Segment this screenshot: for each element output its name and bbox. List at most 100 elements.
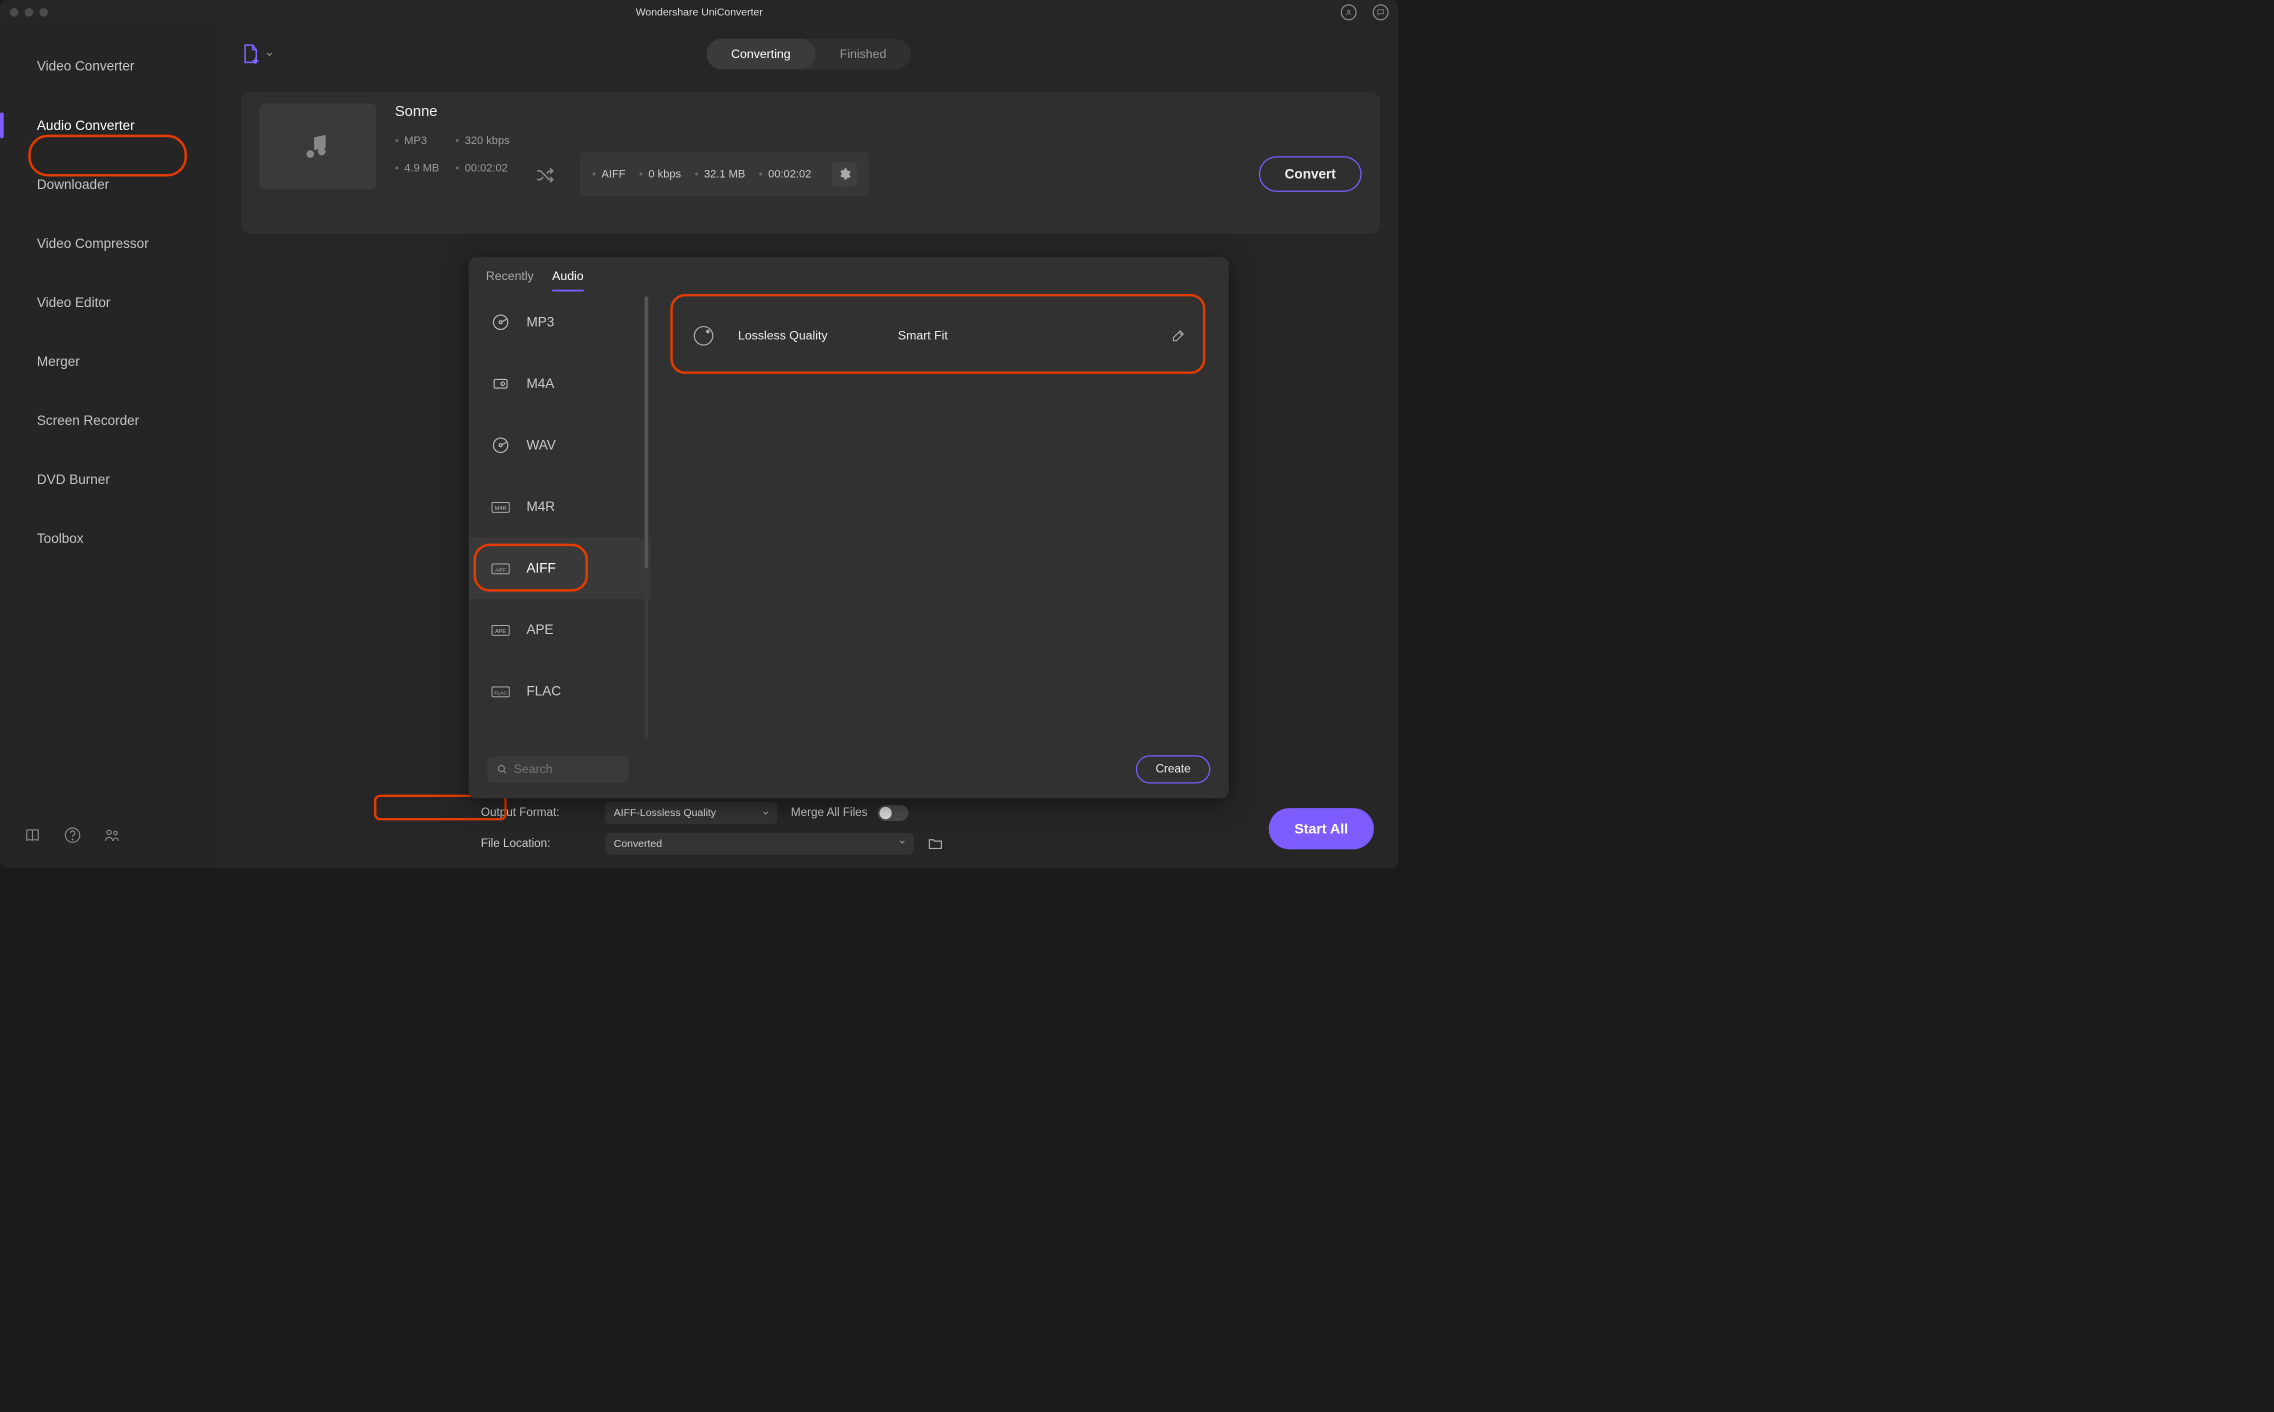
gear-icon[interactable] — [832, 162, 857, 187]
users-icon[interactable] — [103, 827, 120, 844]
sidebar-item-label: Toolbox — [37, 531, 84, 547]
format-label: M4A — [526, 376, 554, 392]
sidebar-item-label: Merger — [37, 354, 80, 370]
sidebar-item-video-converter[interactable]: Video Converter — [0, 37, 222, 96]
music-note-icon — [303, 131, 334, 162]
format-item-mp3[interactable]: MP3 — [469, 292, 651, 354]
chat-icon[interactable] — [1373, 4, 1389, 20]
cd-icon — [491, 435, 511, 455]
account-icon[interactable] — [1341, 4, 1357, 20]
sidebar-item-downloader[interactable]: Downloader — [0, 155, 222, 214]
output-format-label: Output Format: — [481, 806, 592, 820]
sidebar-item-label: Video Converter — [37, 58, 135, 74]
sidebar-item-label: Downloader — [37, 177, 109, 193]
window-controls — [10, 8, 48, 17]
src-size: 4.9 MB — [395, 162, 439, 175]
out-duration: 00:02:02 — [759, 168, 812, 181]
src-bitrate: 320 kbps — [455, 134, 509, 147]
sidebar-item-video-compressor[interactable]: Video Compressor — [0, 214, 222, 273]
open-folder-button[interactable] — [927, 836, 943, 852]
src-duration: 00:02:02 — [455, 162, 509, 175]
output-format-value: AIFF-Lossless Quality — [614, 807, 716, 819]
format-item-flac[interactable]: FLAC FLAC — [469, 661, 651, 723]
sidebar-item-label: DVD Burner — [37, 472, 110, 488]
format-item-ape[interactable]: APE APE — [469, 599, 651, 661]
content: Converting Finished Sonne MP3 320 kb — [223, 25, 1399, 869]
out-size: 32.1 MB — [695, 168, 746, 181]
sidebar-item-dvd-burner[interactable]: DVD Burner — [0, 450, 222, 509]
scrollbar-thumb[interactable] — [645, 296, 649, 568]
rect-icon — [491, 374, 511, 394]
create-button[interactable]: Create — [1136, 755, 1210, 783]
maximize-window-button[interactable] — [39, 8, 48, 17]
status-segmented-control: Converting Finished — [707, 39, 911, 70]
svg-text:M4R: M4R — [495, 506, 507, 512]
m4r-icon: M4R — [491, 497, 511, 517]
popover-tab-recently[interactable]: Recently — [486, 269, 534, 291]
sidebar-item-label: Audio Converter — [37, 117, 135, 133]
format-item-m4a[interactable]: M4A — [469, 353, 651, 415]
src-format: MP3 — [395, 134, 439, 147]
output-format-select[interactable]: AIFF-Lossless Quality — [605, 802, 777, 824]
minimize-window-button[interactable] — [25, 8, 34, 17]
format-item-m4r[interactable]: M4R M4R — [469, 476, 651, 538]
svg-text:APE: APE — [495, 629, 506, 635]
file-location-label: File Location: — [481, 837, 592, 851]
start-all-button[interactable]: Start All — [1269, 808, 1374, 849]
help-icon[interactable] — [64, 827, 81, 844]
format-label: APE — [526, 622, 553, 638]
search-input[interactable] — [514, 762, 619, 776]
close-window-button[interactable] — [10, 8, 19, 17]
out-format: AIFF — [592, 168, 625, 181]
file-location-select[interactable]: Converted — [605, 833, 914, 855]
file-card: Sonne MP3 320 kbps 4.9 MB 00:02:02 AIFF — [241, 92, 1380, 233]
sidebar-item-audio-converter[interactable]: Audio Converter — [0, 96, 222, 155]
format-item-wav[interactable]: WAV — [469, 415, 651, 477]
svg-text:FLAC: FLAC — [494, 690, 507, 696]
merge-all-files-toggle[interactable]: Merge All Files — [791, 805, 1237, 821]
segment-converting[interactable]: Converting — [707, 39, 816, 70]
book-icon[interactable] — [25, 827, 42, 844]
file-location-value: Converted — [614, 838, 662, 850]
output-settings-box[interactable]: AIFF 0 kbps 32.1 MB 00:02:02 — [580, 152, 869, 196]
sidebar-item-screen-recorder[interactable]: Screen Recorder — [0, 391, 222, 450]
toggle-switch[interactable] — [877, 805, 908, 821]
toolbar: Converting Finished — [223, 25, 1399, 84]
add-file-button[interactable] — [241, 44, 274, 65]
format-label: WAV — [526, 437, 555, 453]
segment-finished[interactable]: Finished — [815, 39, 911, 70]
popover-tab-label: Recently — [486, 269, 534, 283]
aiff-icon: AIFF — [491, 558, 511, 578]
merge-label: Merge All Files — [791, 806, 868, 820]
format-list[interactable]: MP3 M4A WAV M4R M4R — [469, 292, 651, 745]
preset-row[interactable]: Lossless Quality Smart Fit — [675, 309, 1204, 363]
shuffle-icon — [534, 165, 555, 186]
sidebar-item-toolbox[interactable]: Toolbox — [0, 509, 222, 568]
sidebar-item-label: Video Editor — [37, 295, 110, 311]
file-thumbnail[interactable] — [260, 103, 377, 189]
sidebar-item-label: Screen Recorder — [37, 413, 139, 429]
format-label: AIFF — [526, 560, 555, 576]
sidebar-item-video-editor[interactable]: Video Editor — [0, 273, 222, 332]
search-box[interactable] — [487, 756, 628, 782]
svg-text:AIFF: AIFF — [495, 567, 506, 573]
file-name: Sonne — [395, 103, 510, 120]
popover-tab-audio[interactable]: Audio — [552, 269, 583, 291]
convert-button[interactable]: Convert — [1259, 156, 1362, 192]
format-item-aiff[interactable]: AIFF AIFF — [469, 538, 651, 600]
sidebar-item-merger[interactable]: Merger — [0, 332, 222, 391]
cd-icon — [491, 312, 511, 332]
segment-label: Finished — [840, 47, 886, 61]
flac-icon: FLAC — [491, 681, 511, 701]
edit-icon[interactable] — [1171, 328, 1186, 343]
format-popover: Recently Audio MP3 M4A — [469, 257, 1229, 798]
popover-tab-label: Audio — [552, 269, 583, 283]
preset-quality: Lossless Quality — [738, 329, 873, 343]
sidebar-item-label: Video Compressor — [37, 236, 149, 252]
segment-label: Converting — [731, 47, 790, 61]
out-bitrate: 0 kbps — [639, 168, 681, 181]
sidebar: Video Converter Audio Converter Download… — [0, 25, 223, 869]
chevron-down-icon — [898, 838, 907, 847]
search-icon — [497, 763, 508, 775]
format-label: MP3 — [526, 314, 554, 330]
